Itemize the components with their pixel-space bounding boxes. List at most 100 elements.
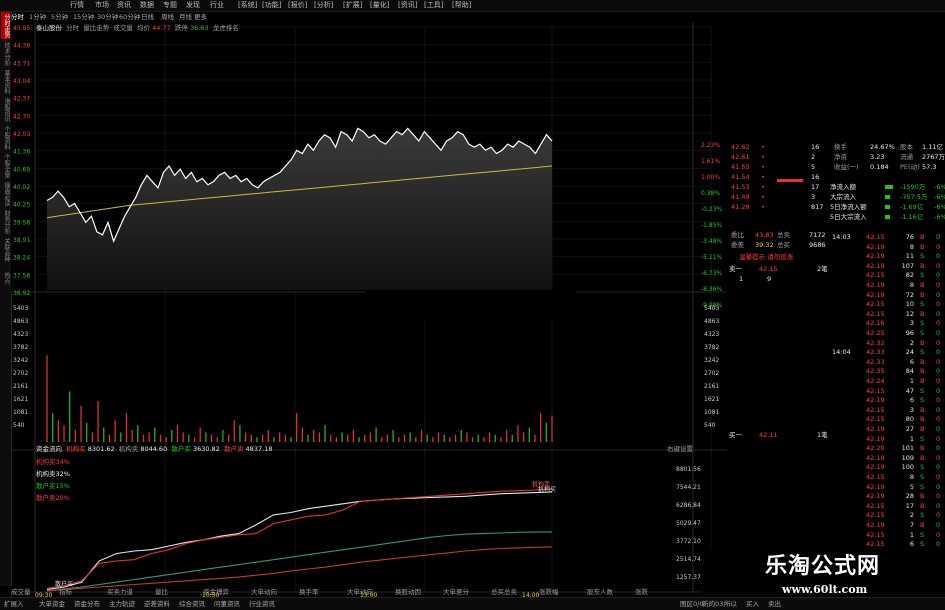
ask-volume: 16 bbox=[811, 173, 820, 181]
left-tab[interactable]: 关联品种 bbox=[1, 236, 10, 263]
ask-price: 42.62 bbox=[731, 143, 750, 151]
chart-blank-overlay bbox=[366, 290, 576, 320]
left-tab[interactable]: 热点 bbox=[1, 264, 10, 291]
tick-side: B bbox=[920, 281, 925, 289]
top-menu-item[interactable]: 发现 bbox=[186, 0, 200, 11]
left-tab[interactable]: 操盘必读 bbox=[1, 180, 10, 207]
period-tab[interactable]: 60分钟 bbox=[119, 12, 140, 22]
flow-settings-button[interactable]: 右键设置 bbox=[667, 445, 693, 453]
top-menu-item[interactable]: 行情 bbox=[70, 0, 84, 11]
orderbook-notice[interactable]: 温馨提示:请勿追涨 bbox=[739, 252, 793, 262]
bottom-menu-item[interactable]: 问董资讯 bbox=[214, 598, 240, 610]
tick-flag: 0 bbox=[936, 271, 941, 280]
bottom-right-item[interactable]: 图区0/0 bbox=[680, 598, 703, 610]
top-menu-item[interactable]: [报价] bbox=[288, 0, 307, 11]
period-tab[interactable]: 日线 bbox=[141, 12, 154, 22]
top-menu-item[interactable]: [工具] bbox=[424, 0, 443, 11]
top-menu-item[interactable]: 资讯 bbox=[117, 0, 131, 11]
period-tab[interactable]: 分时 bbox=[11, 12, 24, 22]
period-tab[interactable]: 更多 bbox=[194, 12, 207, 22]
pct-tick-label: -6.73% bbox=[701, 270, 723, 277]
left-tab[interactable]: 个股全景 bbox=[1, 152, 10, 179]
bottom-right-item[interactable]: 新的03 bbox=[702, 598, 723, 610]
top-menu-item[interactable]: [帮助] bbox=[452, 0, 471, 11]
indicator-tab[interactable]: 大单动向 bbox=[251, 588, 277, 596]
pct-tick-label: -8.36% bbox=[701, 286, 723, 293]
tick-flag: 0 bbox=[936, 511, 941, 520]
period-tab[interactable]: 5分钟 bbox=[51, 12, 68, 22]
left-tab[interactable]: 个股资料 bbox=[1, 124, 10, 151]
bottom-menu-item[interactable]: 综合资讯 bbox=[179, 598, 205, 610]
period-tab[interactable]: 月线 bbox=[179, 12, 192, 22]
period-tab[interactable]: 1分钟 bbox=[29, 12, 46, 22]
left-tab[interactable]: 港股资讯 bbox=[1, 96, 10, 123]
tick-list[interactable]: 14:03 42.15 76 B 0 42.19 8 B 0 42.19 11 S 0 42.19 107 B… bbox=[830, 232, 945, 558]
indicator-tab[interactable]: 大单动向 bbox=[347, 588, 373, 596]
indicator-tab[interactable]: 大单差分 bbox=[443, 588, 469, 596]
main-chart-area[interactable]: 45.05 44.38 43.71 43.04 42.37 42.70 42.03 41.36… bbox=[11, 22, 727, 597]
stat-value2: 57.3 bbox=[922, 163, 937, 171]
indicator-tab[interactable]: 涨跌幅 bbox=[539, 588, 559, 596]
tick-volume: 6 bbox=[909, 396, 914, 405]
bottom-menu-item[interactable]: 逆差资料 bbox=[144, 598, 170, 610]
bottom-menu-item[interactable]: 扩展入 bbox=[4, 598, 24, 610]
price-tick-label: 37.58 bbox=[13, 272, 30, 279]
bottom-menu-item[interactable]: 大单资金 bbox=[39, 598, 65, 610]
indicator-tab[interactable]: 量比 bbox=[155, 588, 168, 596]
indicator-tab[interactable]: 涨跌 bbox=[635, 588, 648, 596]
bottom-right-item[interactable]: 买入 bbox=[746, 598, 759, 610]
bottom-menu-item[interactable]: 行业资讯 bbox=[249, 598, 275, 610]
flow-legend-item: 机构卖32% bbox=[36, 470, 70, 478]
indicator-tab[interactable]: 指标 bbox=[59, 588, 72, 596]
bottom-menu-item[interactable]: 资金分布 bbox=[74, 598, 100, 610]
indicator-tab[interactable]: 总买总卖 bbox=[491, 588, 517, 596]
tick-price: 42.19 bbox=[866, 521, 885, 529]
tick-price: 42.16 bbox=[866, 319, 885, 328]
period-tab[interactable]: 周线 bbox=[161, 12, 174, 22]
top-menu-item[interactable]: [功能] bbox=[262, 0, 281, 11]
bottom-right-item[interactable]: 所以 bbox=[724, 598, 737, 610]
tick-side: S bbox=[920, 530, 925, 539]
period-tab[interactable]: 30分钟 bbox=[97, 12, 118, 22]
sell1-vol: 2笔 bbox=[817, 265, 828, 273]
indicator-tabs: 成交量 指标 买卖力道 量比 资金博弈 大单动向 换手率 大单动向 换股动因 大单差分 总买总卖 涨跌… bbox=[11, 588, 701, 597]
indicator-tab[interactable]: 换手率 bbox=[299, 588, 319, 596]
top-menu-item[interactable]: [量化] bbox=[370, 0, 389, 11]
price-tick-label: 36.92 bbox=[13, 290, 30, 297]
tick-price: 42.33 bbox=[866, 348, 885, 357]
chart-info-line: 泰山股份 分时 量比走势 成交量 均价 44.77 跌停 36.63 龙虎排名 bbox=[36, 24, 239, 32]
indicator-tab[interactable]: 资金博弈 bbox=[203, 588, 229, 596]
price-tick-label: 40.02 bbox=[13, 184, 30, 191]
top-menu-item[interactable]: [系统] bbox=[238, 0, 257, 11]
order-book: 42.62 • 16 42.61 • 2 41.55 • 5 41.54 • 16 41.53 • 17 41… bbox=[727, 142, 830, 442]
top-menu-item[interactable]: 市场 bbox=[95, 0, 109, 11]
ask-dot: • bbox=[761, 183, 765, 191]
top-menu-item[interactable]: 数据 bbox=[140, 0, 154, 11]
period-tab[interactable]: 15分钟 bbox=[73, 12, 94, 22]
bottom-right-item[interactable]: 卖出 bbox=[768, 598, 781, 610]
volume-tick-left: 1081 bbox=[13, 409, 28, 416]
tick-price: 42.19 bbox=[866, 242, 885, 251]
left-tab[interactable]: 基本资料 bbox=[1, 68, 10, 95]
tick-price: 42.15 bbox=[866, 473, 885, 481]
left-tab[interactable]: 技术分析 bbox=[1, 40, 10, 67]
top-menu-item[interactable]: 专题 bbox=[163, 0, 177, 11]
top-menu-item[interactable]: [扩展] bbox=[343, 0, 362, 11]
indicator-tab[interactable]: 成交量 bbox=[11, 588, 31, 596]
indicator-tab[interactable]: 买卖力道 bbox=[107, 588, 133, 596]
price-tick-label: 42.37 bbox=[13, 96, 30, 103]
pct-tick-label: 2.23% bbox=[701, 142, 720, 149]
flow-tick-label: 2514.74 bbox=[676, 556, 701, 563]
indicator-tab[interactable]: 股东人数 bbox=[587, 588, 613, 596]
top-menu-item[interactable]: [分析] bbox=[314, 0, 333, 11]
indicator-tab[interactable]: 换股动因 bbox=[395, 588, 421, 596]
price-tick-label: 44.38 bbox=[13, 43, 30, 50]
left-tab[interactable]: 分时走势 bbox=[1, 12, 10, 39]
tick-price: 42.15 bbox=[866, 415, 885, 424]
bottom-menu-item[interactable]: 主力轨迹 bbox=[109, 598, 135, 610]
left-tab[interactable]: 财务分析 bbox=[1, 208, 10, 235]
tick-volume: 8 bbox=[909, 473, 914, 481]
top-menu-item[interactable]: [资讯] bbox=[398, 0, 417, 11]
top-menu-item[interactable]: 行业 bbox=[210, 0, 224, 11]
tick-volume: 27 bbox=[905, 425, 914, 433]
